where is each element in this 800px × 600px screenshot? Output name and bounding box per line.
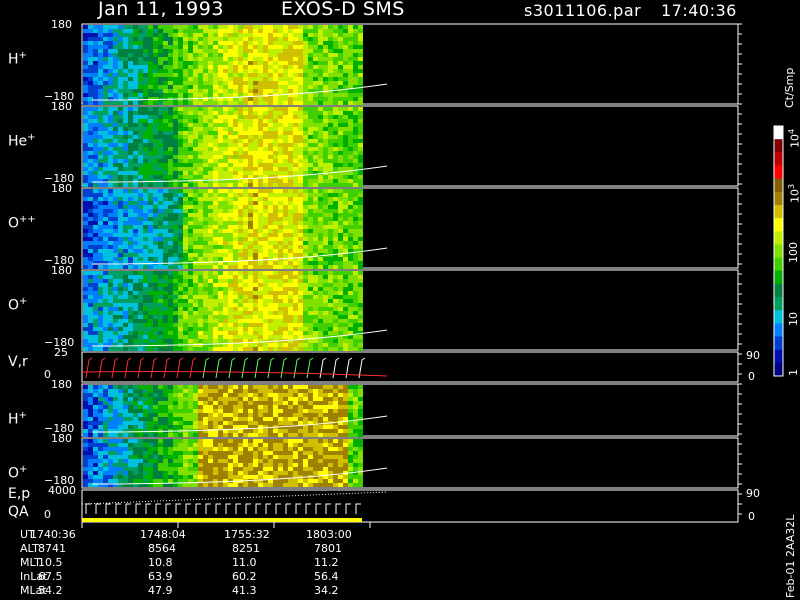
colorbar-swatch (774, 362, 783, 377)
panel-label-superscript: + (18, 50, 27, 61)
colorbar-tick-label: 103 (787, 183, 800, 203)
colorbar-swatch (774, 244, 783, 259)
right-axis-bottom-label: 0 (748, 510, 755, 523)
colorbar-swatch (774, 152, 783, 166)
orbit-cell: 11.2 (314, 556, 339, 569)
orbit-cell: 11.0 (232, 556, 257, 569)
colorbar-tick-label: 100 (787, 242, 800, 263)
colorbar-swatch (774, 323, 783, 338)
panel-label: H+ (8, 410, 27, 428)
y-axis-top-label: 180 (51, 264, 72, 277)
panel-label: O+ (8, 296, 28, 314)
colorbar-swatch (774, 297, 783, 311)
colorbar-swatch (774, 336, 783, 351)
panel-label-superscript: + (27, 132, 36, 143)
colorbar-tick-label: 1 (787, 369, 800, 376)
y-axis-top-label: 4000 (48, 484, 76, 497)
panel-label: He+ (8, 132, 36, 150)
right-axis-top-label: 90 (746, 349, 760, 362)
panel-label-secondary: QA (8, 504, 29, 520)
heatmap-cells (83, 25, 363, 105)
orbit-cell: 41.3 (232, 584, 257, 597)
colorbar-swatch (774, 218, 783, 232)
colorbar-title: Ct/Smp (783, 67, 796, 108)
colorbar-tick-label: 104 (787, 128, 800, 148)
panel-label: O++ (8, 214, 36, 232)
qa-bar (82, 518, 362, 522)
panel-frame (81, 351, 739, 383)
y-axis-bottom-label: 0 (44, 368, 51, 381)
y-axis-top-label: 180 (51, 432, 72, 445)
panel-frame (81, 489, 739, 523)
colorbar-swatch (774, 270, 783, 285)
panel-label-superscript: + (19, 296, 28, 307)
title-time: 17:40:36 (661, 1, 737, 20)
colorbar-swatch (774, 257, 783, 272)
colorbar-swatch (774, 349, 783, 364)
colorbar-swatch (774, 178, 783, 193)
y-axis-top-label: 180 (51, 378, 72, 391)
panel-label: O+ (8, 464, 28, 482)
colorbar-swatch (774, 310, 783, 324)
panel-label-superscript: + (19, 464, 28, 475)
spectrogram-plot (81, 23, 784, 528)
colorbar-swatch (774, 283, 783, 298)
orbit-cell: 7801 (314, 542, 342, 555)
title-file: s3011106.par (524, 1, 642, 20)
orbit-cell: 8251 (232, 542, 260, 555)
footer-rotated-text: Feb-01 2AA32L (784, 514, 797, 598)
y-axis-top-label: 180 (51, 100, 72, 113)
orbit-cell: 60.2 (232, 570, 257, 583)
heatmap-cells (83, 189, 363, 269)
colorbar-swatch (774, 204, 783, 219)
panel-label-superscript: + (18, 410, 27, 421)
orbit-cell: 34.2 (314, 584, 339, 597)
orbit-cell: 63.9 (148, 570, 173, 583)
orbit-cell: 1740:36 (30, 528, 76, 541)
panel-label: E,p (8, 486, 31, 502)
title-instrument: EXOS-D SMS (281, 0, 405, 20)
orbit-cell: 8564 (148, 542, 176, 555)
panel-label: V,r (8, 354, 28, 370)
orbit-cell: 8741 (38, 542, 66, 555)
orbit-row-label: ALT (20, 542, 39, 555)
heatmap-cells (83, 385, 363, 437)
y-axis-top-label: 180 (51, 182, 72, 195)
orbit-cell: 1748:04 (140, 528, 186, 541)
colorbar-swatch (774, 139, 783, 153)
orbit-cell: 67.5 (38, 570, 63, 583)
colorbar-swatch (774, 231, 783, 245)
heatmap-cells (83, 271, 363, 351)
orbit-cell: 1803:00 (306, 528, 352, 541)
colorbar-swatch (774, 126, 783, 140)
panel-label-superscript: ++ (19, 214, 36, 225)
orbit-cell: 10.8 (148, 556, 173, 569)
right-axis-top-label: 90 (746, 487, 760, 500)
colorbar-tick-exponent: 3 (787, 183, 796, 189)
right-axis-bottom-label: 0 (748, 370, 755, 383)
y-axis-top-label: 25 (54, 346, 68, 359)
colorbar-swatch (774, 165, 783, 180)
orbit-cell: 56.4 (314, 570, 339, 583)
orbit-cell: 47.9 (148, 584, 173, 597)
panel-label: H+ (8, 50, 27, 68)
y-axis-bottom-label: 0 (44, 508, 51, 521)
y-axis-top-label: 180 (51, 18, 72, 31)
heatmap-cells (83, 439, 363, 487)
orbit-cell: 10.5 (38, 556, 63, 569)
colorbar-tick-label: 10 (787, 312, 800, 326)
orbit-cell: 1755:32 (224, 528, 270, 541)
colorbar-swatch (774, 191, 783, 206)
colorbar-tick-exponent: 4 (787, 128, 796, 134)
heatmap-cells (83, 107, 363, 187)
title-date: Jan 11, 1993 (98, 0, 224, 20)
orbit-cell: 54.2 (38, 584, 63, 597)
